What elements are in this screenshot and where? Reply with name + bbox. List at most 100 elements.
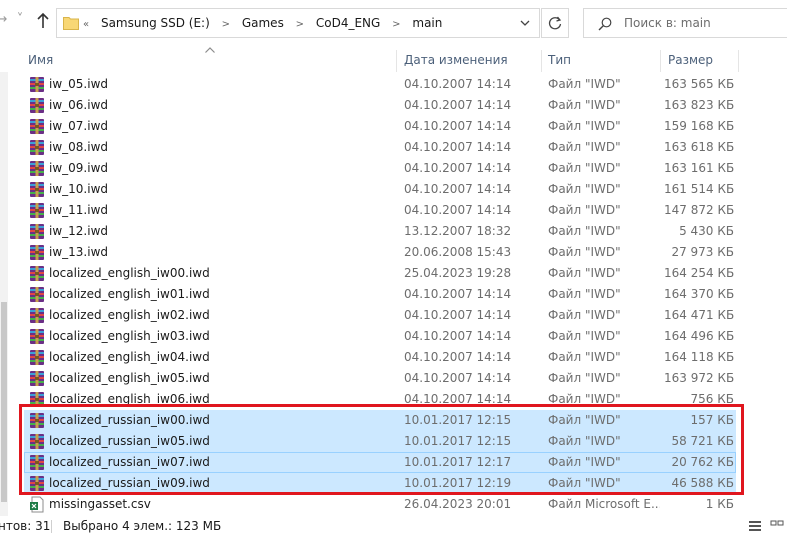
file-row[interactable]: localized_english_iw04.iwd 04.10.2007 14:… xyxy=(24,347,736,368)
file-type: Файл "IWD" xyxy=(548,329,621,343)
file-list: iw_05.iwd 04.10.2007 14:14 Файл "IWD" 163 5… xyxy=(0,74,787,516)
file-type: Файл "IWD" xyxy=(548,161,621,175)
file-row-selected[interactable]: localized_russian_iw00.iwd 10.01.2017 12:… xyxy=(24,410,736,431)
details-view-icon xyxy=(749,521,761,531)
breadcrumb-games[interactable]: Games xyxy=(242,16,284,30)
file-size: 161 514 КБ xyxy=(664,182,734,196)
up-arrow-icon[interactable] xyxy=(35,12,51,32)
archive-file-icon xyxy=(29,118,45,135)
details-view-button[interactable] xyxy=(746,518,764,534)
address-bar[interactable]: « Samsung SSD (E:) > Games > CoD4_ENG > … xyxy=(56,8,540,38)
file-name: iw_09.iwd xyxy=(49,161,108,175)
item-count: нтов: 31 xyxy=(0,519,51,533)
file-row[interactable]: localized_english_iw06.iwd 04.10.2007 14:… xyxy=(24,389,736,410)
file-size: 164 254 КБ xyxy=(664,266,734,280)
file-type: Файл "IWD" xyxy=(548,413,621,427)
file-size: 164 118 КБ xyxy=(664,350,734,364)
file-row[interactable]: iw_07.iwd 04.10.2007 14:14 Файл "IWD" 159 1… xyxy=(24,116,736,137)
file-name: iw_08.iwd xyxy=(49,140,108,154)
file-row[interactable]: iw_10.iwd 04.10.2007 14:14 Файл "IWD" 161 5… xyxy=(24,179,736,200)
file-size: 164 370 КБ xyxy=(664,287,734,301)
file-row[interactable]: localized_english_iw00.iwd 25.04.2023 19:… xyxy=(24,263,736,284)
file-name: iw_06.iwd xyxy=(49,98,108,112)
file-date: 04.10.2007 14:14 xyxy=(404,77,512,91)
file-date: 04.10.2007 14:14 xyxy=(404,98,512,112)
file-size: 1 КБ xyxy=(705,497,734,511)
tiles-view-button[interactable] xyxy=(768,518,786,534)
file-type: Файл "IWD" xyxy=(548,245,621,259)
file-row[interactable]: iw_12.iwd 13.12.2007 18:32 Файл "IWD" 5 430… xyxy=(24,221,736,242)
csv-file-icon xyxy=(29,496,45,513)
column-divider[interactable] xyxy=(541,50,542,72)
archive-file-icon xyxy=(29,475,45,492)
file-type: Файл Microsoft E... xyxy=(548,497,660,511)
column-date[interactable]: Дата изменения xyxy=(404,48,508,72)
file-row[interactable]: localized_english_iw01.iwd 04.10.2007 14:… xyxy=(24,284,736,305)
selection-info: Выбрано 4 элем.: 123 МБ xyxy=(63,519,222,533)
breadcrumb-separator-icon[interactable]: > xyxy=(222,19,230,30)
archive-file-icon xyxy=(29,223,45,240)
file-date: 10.01.2017 12:15 xyxy=(404,434,512,448)
breadcrumb-separator-icon[interactable]: > xyxy=(296,19,304,30)
file-date: 04.10.2007 14:14 xyxy=(404,140,512,154)
archive-file-icon xyxy=(29,139,45,156)
file-name: localized_russian_iw09.iwd xyxy=(49,476,210,490)
breadcrumb-main[interactable]: main xyxy=(412,16,442,30)
file-row-selected[interactable]: localized_russian_iw07.iwd 10.01.2017 12:… xyxy=(24,452,736,473)
column-divider[interactable] xyxy=(738,50,739,72)
file-type: Файл "IWD" xyxy=(548,371,621,385)
file-date: 26.04.2023 20:01 xyxy=(404,497,512,511)
archive-file-icon xyxy=(29,349,45,366)
breadcrumb-cod4[interactable]: CoD4_ENG xyxy=(316,16,380,30)
file-name: missingasset.csv xyxy=(49,497,151,511)
file-row[interactable]: localized_english_iw05.iwd 04.10.2007 14:… xyxy=(24,368,736,389)
file-name: localized_english_iw06.iwd xyxy=(49,392,210,406)
breadcrumb: « Samsung SSD (E:) > Games > CoD4_ENG > … xyxy=(83,9,450,37)
address-history-dropdown[interactable] xyxy=(512,8,540,38)
file-type: Файл "IWD" xyxy=(548,287,621,301)
column-divider[interactable] xyxy=(396,50,397,72)
file-row[interactable]: iw_11.iwd 04.10.2007 14:14 Файл "IWD" 147 8… xyxy=(24,200,736,221)
file-row[interactable]: missingasset.csv 26.04.2023 20:01 Файл Mic… xyxy=(24,494,736,515)
file-size: 164 496 КБ xyxy=(664,329,734,343)
file-date: 25.04.2023 19:28 xyxy=(404,266,512,280)
file-row-selected[interactable]: localized_russian_iw09.iwd 10.01.2017 12:… xyxy=(24,473,736,494)
archive-file-icon xyxy=(29,97,45,114)
archive-file-icon xyxy=(29,265,45,282)
column-divider[interactable] xyxy=(660,50,661,72)
file-row[interactable]: localized_english_iw03.iwd 04.10.2007 14:… xyxy=(24,326,736,347)
archive-file-icon xyxy=(29,454,45,471)
column-size[interactable]: Размер xyxy=(668,48,713,72)
forward-arrow-icon[interactable]: → xyxy=(0,10,10,30)
file-date: 04.10.2007 14:14 xyxy=(404,308,512,322)
file-size: 58 721 КБ xyxy=(671,434,734,448)
file-type: Файл "IWD" xyxy=(548,98,621,112)
file-type: Файл "IWD" xyxy=(548,350,621,364)
file-date: 04.10.2007 14:14 xyxy=(404,287,512,301)
file-row[interactable]: iw_06.iwd 04.10.2007 14:14 Файл "IWD" 163 8… xyxy=(24,95,736,116)
column-type[interactable]: Тип xyxy=(548,48,571,72)
archive-file-icon xyxy=(29,307,45,324)
file-row[interactable]: iw_08.iwd 04.10.2007 14:14 Файл "IWD" 163 6… xyxy=(24,137,736,158)
file-date: 20.06.2008 15:43 xyxy=(404,245,512,259)
file-row-selected[interactable]: localized_russian_iw05.iwd 10.01.2017 12:… xyxy=(24,431,736,452)
file-size: 5 430 КБ xyxy=(679,224,734,238)
file-row[interactable]: iw_09.iwd 04.10.2007 14:14 Файл "IWD" 163 1… xyxy=(24,158,736,179)
refresh-button[interactable] xyxy=(541,8,569,38)
search-input[interactable]: Поиск в: main xyxy=(583,8,787,38)
file-name: iw_05.iwd xyxy=(49,77,108,91)
file-size: 147 872 КБ xyxy=(664,203,734,217)
recent-locations-chevron-icon[interactable]: ˅ xyxy=(12,10,28,30)
file-date: 04.10.2007 14:14 xyxy=(404,329,512,343)
breadcrumb-overflow[interactable]: « xyxy=(83,19,89,30)
breadcrumb-separator-icon[interactable]: > xyxy=(392,19,400,30)
file-row[interactable]: iw_13.iwd 20.06.2008 15:43 Файл "IWD" 27 97… xyxy=(24,242,736,263)
file-size: 163 823 КБ xyxy=(664,98,734,112)
column-name[interactable]: Имя xyxy=(28,48,53,72)
file-date: 04.10.2007 14:14 xyxy=(404,350,512,364)
file-row[interactable]: localized_english_iw02.iwd 04.10.2007 14:… xyxy=(24,305,736,326)
file-type: Файл "IWD" xyxy=(548,266,621,280)
file-row[interactable]: iw_05.iwd 04.10.2007 14:14 Файл "IWD" 163 5… xyxy=(24,74,736,95)
file-type: Файл "IWD" xyxy=(548,224,621,238)
breadcrumb-drive[interactable]: Samsung SSD (E:) xyxy=(101,16,210,30)
